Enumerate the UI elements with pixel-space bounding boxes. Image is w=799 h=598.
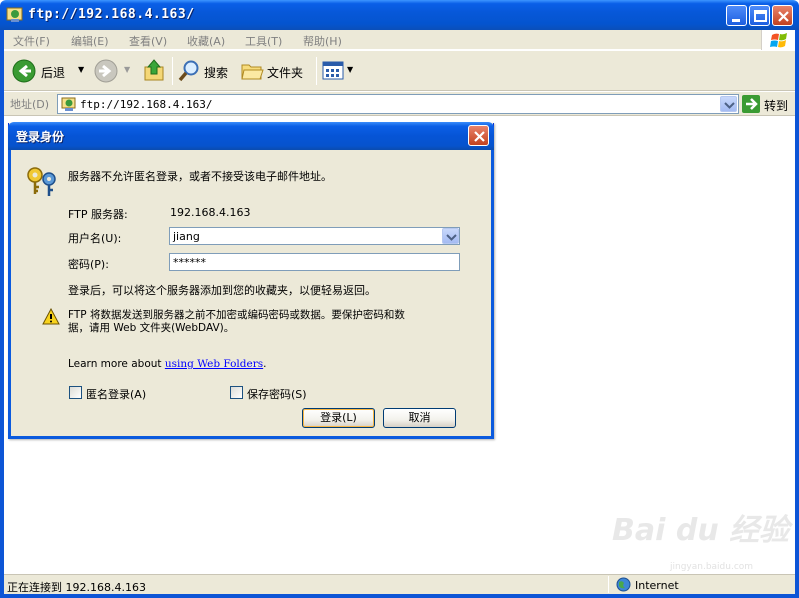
close-button[interactable] [772, 5, 793, 26]
keys-icon [27, 167, 56, 196]
login-button[interactable]: 登录(L) [302, 408, 375, 428]
dialog-title: 登录身份 [16, 130, 65, 144]
learn-more-prefix: Learn more about [68, 358, 165, 370]
dialog-frame-bottom [8, 436, 494, 439]
search-icon [178, 60, 199, 82]
username-value: jiang [173, 230, 200, 243]
internet-globe-icon [616, 577, 631, 592]
search-button[interactable]: 搜索 [177, 57, 233, 85]
menu-file[interactable]: 文件(F) [13, 33, 50, 49]
minimize-button[interactable] [726, 5, 747, 26]
save-password-label[interactable]: 保存密码(S) [247, 386, 307, 402]
address-dropdown-button[interactable] [720, 96, 737, 112]
after-login-note: 登录后，可以将这个服务器添加到您的收藏夹，以便轻易返回。 [68, 284, 376, 297]
watermark-url: jingyan.baidu.com [670, 562, 754, 572]
menu-tools[interactable]: 工具(T) [245, 33, 282, 49]
address-bar: 地址(D) ftp://192.168.4.163/ 转到 [4, 92, 795, 116]
login-dialog: 登录身份 服务器不允许匿名登录，或者不接受该电子邮件地址。 FTP 服务器: 1… [8, 122, 494, 439]
anonymous-login-label[interactable]: 匿名登录(A) [86, 386, 146, 402]
menu-help[interactable]: 帮助(H) [303, 33, 342, 49]
web-folders-link[interactable]: using Web Folders [165, 358, 263, 370]
toolbar: 后退 ▼ ▼ 搜索 文件夹 ▼ [4, 51, 795, 91]
back-label: 后退 [41, 66, 66, 80]
dialog-frame-right [491, 150, 494, 439]
up-folder-button[interactable] [142, 57, 168, 85]
forward-arrow-icon [94, 59, 118, 83]
menu-view[interactable]: 查看(V) [129, 33, 167, 49]
server-label: FTP 服务器: [68, 208, 128, 221]
views-grid-icon [322, 61, 344, 80]
cancel-button[interactable]: 取消 [383, 408, 456, 428]
dialog-close-button[interactable] [468, 125, 489, 146]
watermark-brand: Bai du 经验 [612, 513, 790, 548]
maximize-button[interactable] [749, 5, 770, 26]
password-value: ****** [173, 256, 206, 269]
views-dropdown-icon[interactable]: ▼ [347, 65, 353, 74]
up-folder-icon [144, 59, 164, 81]
folders-button[interactable]: 文件夹 [240, 57, 310, 85]
dialog-message: 服务器不允许匿名登录，或者不接受该电子邮件地址。 [68, 170, 332, 183]
server-value: 192.168.4.163 [170, 206, 251, 219]
forward-dropdown-icon[interactable]: ▼ [124, 65, 130, 74]
address-input[interactable]: ftp://192.168.4.163/ [57, 94, 739, 114]
password-input[interactable]: ****** [169, 253, 460, 271]
warning-line-2: 据，请用 Web 文件夹(WebDAV)。 [68, 322, 235, 334]
status-text: 正在连接到 192.168.4.163 [7, 581, 146, 594]
window-frame-right [795, 30, 799, 598]
windows-logo-icon [761, 30, 795, 50]
menu-favorites[interactable]: 收藏(A) [187, 33, 225, 49]
go-arrow-icon [742, 95, 760, 113]
go-button[interactable]: 转到 [742, 94, 792, 114]
forward-button[interactable]: ▼ [92, 57, 136, 85]
password-label: 密码(P): [68, 258, 109, 271]
window-title: ftp://192.168.4.163/ [28, 7, 195, 22]
learn-more-line: Learn more about using Web Folders. [68, 358, 266, 370]
folders-label: 文件夹 [267, 66, 304, 80]
back-button[interactable]: 后退 ▼ [10, 57, 86, 85]
status-divider [608, 576, 609, 593]
username-label: 用户名(U): [68, 232, 122, 245]
dialog-titlebar[interactable]: 登录身份 [8, 122, 494, 150]
anonymous-login-checkbox[interactable] [69, 386, 82, 399]
ftp-folder-icon [6, 6, 24, 23]
status-bar: 正在连接到 192.168.4.163 Internet [4, 574, 795, 594]
window-titlebar[interactable]: ftp://192.168.4.163/ [0, 0, 799, 30]
status-zone: Internet [635, 579, 679, 592]
toolbar-separator [172, 57, 173, 85]
back-arrow-icon [12, 59, 36, 83]
folder-icon [241, 64, 264, 80]
learn-more-suffix: . [263, 358, 267, 370]
menu-bar: 文件(F) 编辑(E) 查看(V) 收藏(A) 工具(T) 帮助(H) [4, 30, 795, 50]
search-label: 搜索 [204, 66, 229, 80]
toolbar-separator [316, 57, 317, 85]
address-value: ftp://192.168.4.163/ [80, 98, 213, 111]
save-password-checkbox[interactable] [230, 386, 243, 399]
menu-edit[interactable]: 编辑(E) [71, 33, 109, 49]
ftp-folder-icon [61, 97, 76, 111]
username-dropdown-button[interactable] [442, 228, 459, 244]
address-label: 地址(D) [10, 98, 50, 111]
warning-icon [42, 308, 60, 325]
username-combobox[interactable]: jiang [169, 227, 460, 245]
views-button[interactable]: ▼ [322, 57, 356, 85]
go-label: 转到 [764, 99, 789, 113]
back-dropdown-icon[interactable]: ▼ [78, 65, 84, 74]
dialog-frame-left [8, 150, 11, 439]
